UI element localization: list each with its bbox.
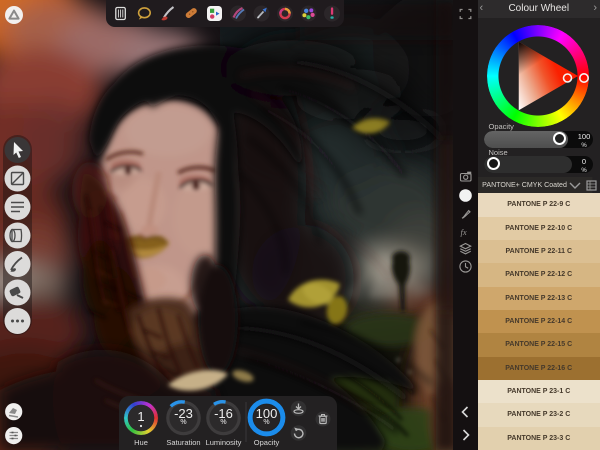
svg-text:fx: fx bbox=[461, 227, 467, 237]
